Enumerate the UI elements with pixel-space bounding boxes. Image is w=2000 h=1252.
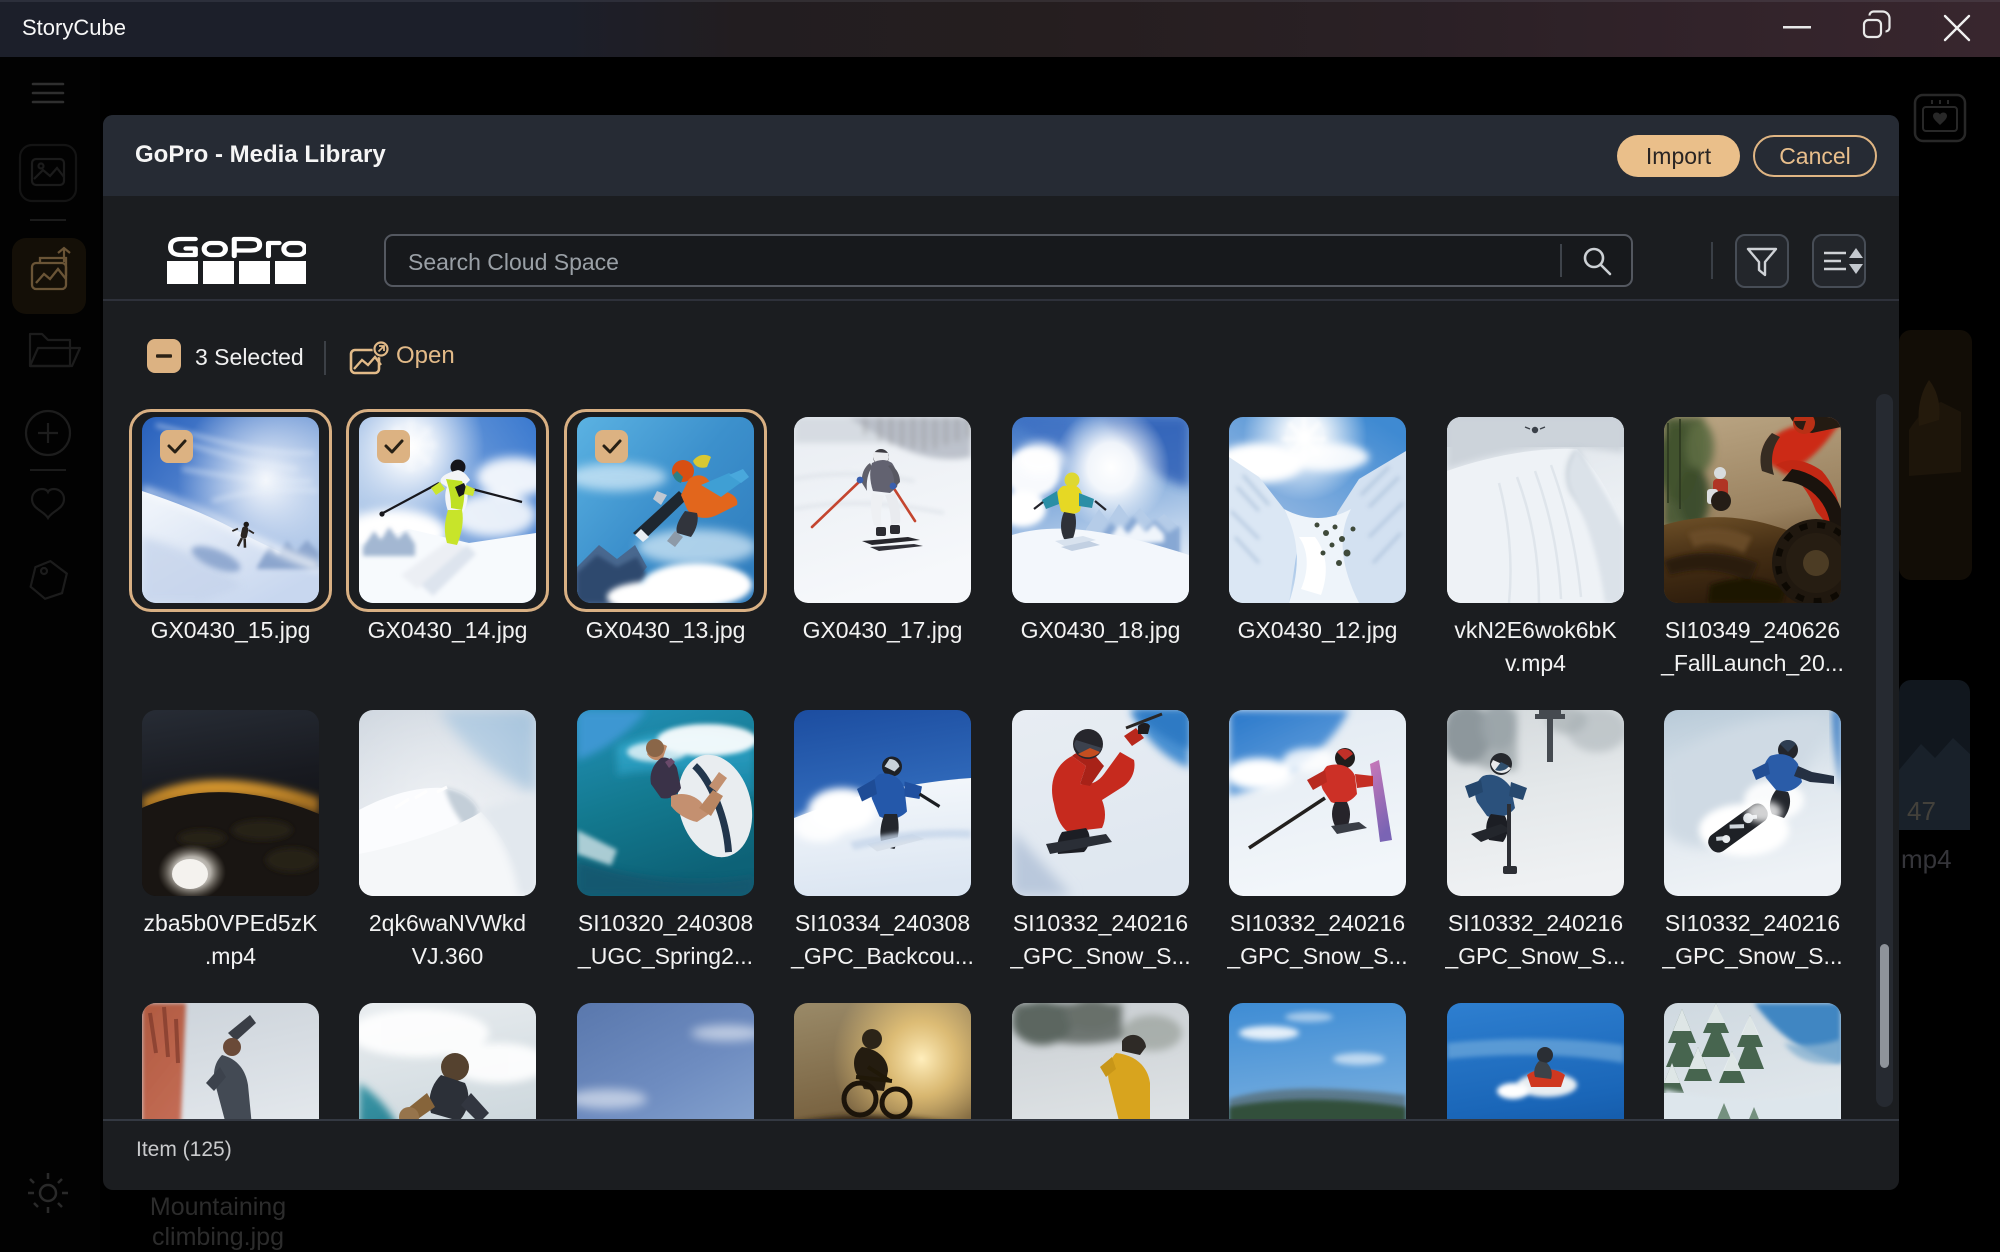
svg-text:47: 47	[1907, 796, 1936, 826]
svg-text:mp4: mp4	[1901, 844, 1952, 874]
